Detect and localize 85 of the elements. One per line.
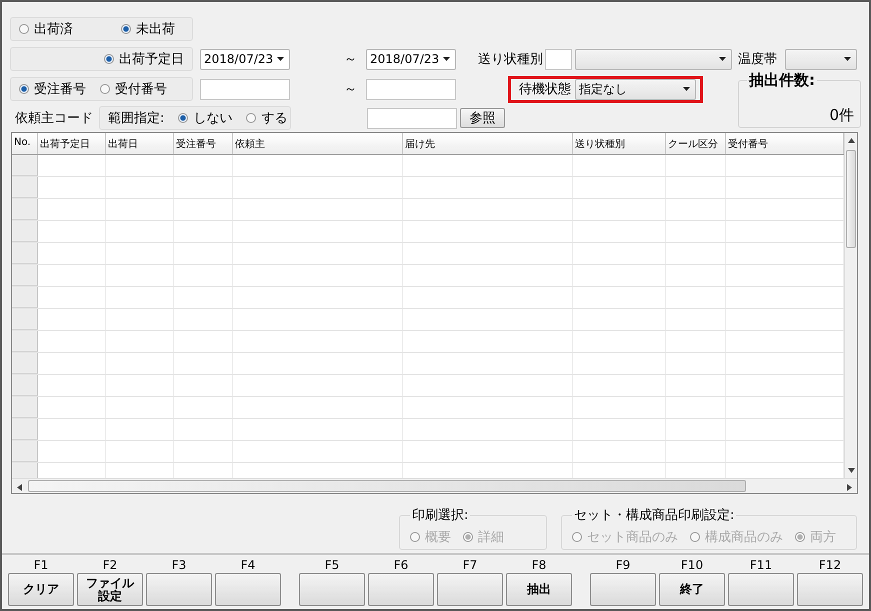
date-from-dropdown[interactable]: 2018/07/23 <box>200 48 290 70</box>
radio-label: 詳細 <box>478 529 504 546</box>
radio-label: 概要 <box>425 529 451 546</box>
radio-label: 構成商品のみ <box>705 529 784 546</box>
radio-label: する <box>261 110 288 127</box>
column-header[interactable]: 送り状種別 <box>573 133 666 154</box>
key-label: F1 <box>34 557 48 573</box>
scroll-thumb[interactable] <box>846 150 856 248</box>
radio-label: 受注番号 <box>34 81 86 98</box>
radio-button[interactable] <box>178 113 188 123</box>
scroll-up-icon[interactable] <box>848 138 855 143</box>
radio-button[interactable] <box>19 24 29 34</box>
key-label: F2 <box>102 557 118 573</box>
function-key-button[interactable] <box>146 573 212 606</box>
column-header[interactable]: 出荷予定日 <box>38 133 106 154</box>
vertical-scrollbar[interactable] <box>844 133 857 478</box>
function-key-button[interactable]: クリア <box>8 573 74 606</box>
waiting-state-label: 待機状態 <box>519 81 571 98</box>
caret-icon <box>683 87 690 91</box>
function-key-button[interactable] <box>728 573 794 606</box>
key-label: F8 <box>532 557 546 573</box>
radio-button[interactable] <box>100 84 110 94</box>
scroll-thumb[interactable] <box>28 480 746 492</box>
waiting-state-dropdown[interactable]: 指定なし <box>575 78 696 100</box>
column-header[interactable]: 受注番号 <box>174 133 233 154</box>
column-header[interactable]: クール区分 <box>666 133 726 154</box>
radio-button[interactable] <box>19 84 29 94</box>
column-header[interactable]: 出荷日 <box>106 133 174 154</box>
key-label: F9 <box>616 557 630 573</box>
key-label: F4 <box>240 557 256 573</box>
caret-icon <box>443 57 450 61</box>
invoice-type-label: 送り状種別 <box>478 51 543 68</box>
tilde-label: ～ <box>344 81 357 98</box>
function-key-button[interactable] <box>299 573 365 606</box>
client-code-label: 依頼主コード <box>15 110 93 127</box>
radio-button[interactable] <box>246 113 256 123</box>
number-from-field[interactable] <box>200 78 290 100</box>
scroll-right-icon[interactable] <box>847 484 852 491</box>
key-label: F11 <box>750 557 772 573</box>
group-title: 印刷選択: <box>411 507 470 524</box>
radio-button[interactable] <box>121 24 131 34</box>
caret-icon <box>277 57 284 61</box>
column-header[interactable]: 届け先 <box>403 133 573 154</box>
radio-label: 出荷済 <box>34 21 73 38</box>
function-key-button[interactable] <box>368 573 434 606</box>
key-label: F3 <box>172 557 186 573</box>
function-key-button[interactable]: 抽出 <box>506 573 572 606</box>
key-label: F10 <box>680 557 704 573</box>
scroll-left-icon[interactable] <box>17 484 22 491</box>
range-label: 範囲指定: <box>108 110 164 127</box>
count-title: 抽出件数: <box>747 71 817 90</box>
number-to-field[interactable] <box>366 78 456 100</box>
tilde-label: ～ <box>344 51 357 68</box>
key-label: F7 <box>462 557 478 573</box>
radio-button[interactable] <box>104 54 114 64</box>
radio-label: 出荷予定日 <box>119 51 184 68</box>
key-label: F5 <box>324 557 340 573</box>
function-key-button[interactable] <box>215 573 281 606</box>
horizontal-scrollbar[interactable] <box>12 478 857 493</box>
key-label: F12 <box>818 557 842 573</box>
function-key-button[interactable] <box>797 573 863 606</box>
invoice-type-dropdown[interactable] <box>575 48 732 70</box>
function-key-button[interactable]: 終了 <box>659 573 725 606</box>
temperature-label: 温度帯 <box>738 51 777 68</box>
column-header[interactable]: 依頼主 <box>233 133 403 154</box>
function-key-button[interactable] <box>590 573 656 606</box>
browse-button[interactable]: 参照 <box>460 108 505 128</box>
radio-label: しない <box>193 110 232 127</box>
column-header[interactable]: No. <box>12 133 38 154</box>
function-key-button[interactable] <box>437 573 503 606</box>
radio-label: セット商品のみ <box>587 529 678 546</box>
scroll-down-icon[interactable] <box>848 468 855 473</box>
invoice-code-field[interactable] <box>545 48 572 70</box>
client-code-field[interactable] <box>367 108 457 128</box>
count-value: 0件 <box>829 106 854 125</box>
caret-icon <box>844 57 851 61</box>
temperature-dropdown[interactable] <box>785 48 857 70</box>
radio-label: 未出荷 <box>136 21 175 38</box>
caret-icon <box>719 57 726 61</box>
function-key-button[interactable]: ファイル 設定 <box>77 573 143 606</box>
key-label: F6 <box>394 557 408 573</box>
group-title: セット・構成商品印刷設定: <box>573 507 736 524</box>
date-to-dropdown[interactable]: 2018/07/23 <box>366 48 456 70</box>
radio-label: 両方 <box>810 529 836 546</box>
radio-label: 受付番号 <box>115 81 167 98</box>
